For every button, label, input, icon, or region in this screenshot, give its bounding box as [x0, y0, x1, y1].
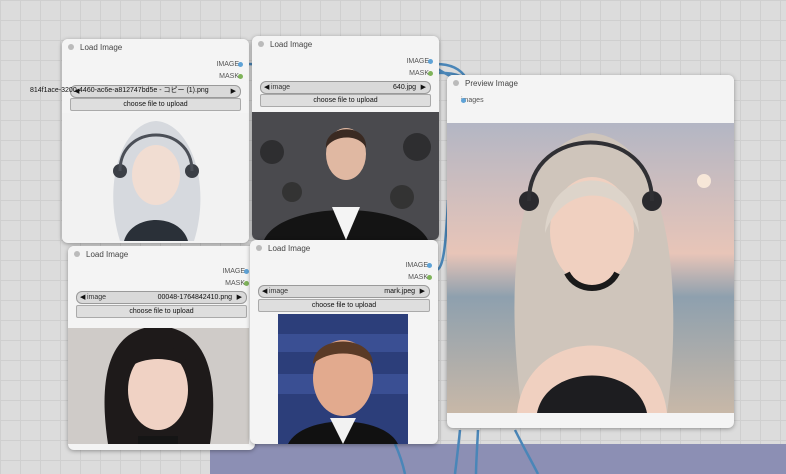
image-combo[interactable]: ◀ image 00048-1764842410.png ▶ [76, 291, 247, 304]
output-label: IMAGE [216, 61, 239, 68]
upload-button[interactable]: choose file to upload [76, 305, 247, 318]
node-header[interactable]: Load Image [62, 39, 249, 55]
combo-label: image [87, 294, 107, 301]
combo-value: 640.jpg [393, 84, 416, 91]
output-mask[interactable]: MASK [225, 280, 249, 287]
link-7 [513, 429, 540, 474]
image-preview [62, 113, 249, 241]
image-output-dot-icon[interactable] [238, 62, 243, 67]
image-filename: 814f1ace-3200-4460-ac6e-a812747bd5e - コピ… [30, 87, 209, 94]
output-mask[interactable]: MASK [219, 73, 243, 80]
node-header[interactable]: Load Image [252, 36, 439, 52]
preview-image-node[interactable]: Preview Image images [447, 75, 734, 428]
link-5 [453, 429, 462, 474]
link-8 [393, 443, 407, 474]
output-image[interactable]: IMAGE [405, 262, 432, 269]
load-image-node-3[interactable]: Load Image IMAGE MASK ◀ image 00048-1764… [68, 246, 255, 450]
arrow-right-icon[interactable]: ▶ [231, 86, 236, 97]
mask-output-dot-icon[interactable] [238, 74, 243, 79]
upload-button[interactable]: choose file to upload [258, 299, 430, 312]
node-title: Load Image [270, 39, 313, 49]
output-label: MASK [408, 274, 428, 281]
node-header[interactable]: Load Image [68, 246, 255, 262]
image-preview [68, 328, 249, 444]
mask-output-dot-icon[interactable] [427, 275, 432, 280]
output-mask[interactable]: MASK [408, 274, 432, 281]
link-6 [474, 429, 480, 474]
output-label: MASK [409, 70, 429, 77]
output-label: IMAGE [222, 268, 245, 275]
image-output-dot-icon[interactable] [244, 269, 249, 274]
node-header[interactable]: Preview Image [447, 75, 734, 91]
node-title: Load Image [80, 42, 123, 52]
collapse-dot[interactable] [258, 41, 264, 47]
combo-value: mark.jpeg [384, 288, 415, 295]
output-image[interactable]: IMAGE [216, 61, 243, 68]
output-image[interactable]: IMAGE [222, 268, 249, 275]
upload-button[interactable]: choose file to upload [260, 94, 431, 107]
arrow-left-icon[interactable]: ◀ [264, 82, 269, 93]
combo-label: image [271, 84, 291, 91]
collapse-dot[interactable] [68, 44, 74, 50]
load-image-node-2[interactable]: Load Image IMAGE MASK ◀ image 640.jpg ▶ … [252, 36, 439, 240]
arrow-right-icon[interactable]: ▶ [420, 286, 425, 297]
arrow-left-icon[interactable]: ◀ [80, 292, 85, 303]
load-image-node-1[interactable]: Load Image IMAGE MASK ◀ ▶ choose file to… [62, 39, 249, 243]
output-mask[interactable]: MASK [409, 70, 433, 77]
node-title: Preview Image [465, 78, 518, 88]
upload-button[interactable]: choose file to upload [70, 98, 241, 111]
arrow-left-icon[interactable]: ◀ [262, 286, 267, 297]
image-output-dot-icon[interactable] [427, 263, 432, 268]
input-images[interactable]: images [453, 97, 484, 104]
image-preview [252, 112, 439, 240]
image-preview [278, 314, 408, 444]
output-label: IMAGE [406, 58, 429, 65]
image-preview [447, 123, 734, 413]
collapse-dot[interactable] [453, 80, 459, 86]
load-image-node-4[interactable]: Load Image IMAGE MASK ◀ image mark.jpeg … [250, 240, 438, 444]
collapse-dot[interactable] [74, 251, 80, 257]
image-combo[interactable]: ◀ image mark.jpeg ▶ [258, 285, 430, 298]
output-image[interactable]: IMAGE [406, 58, 433, 65]
combo-label: image [269, 288, 289, 295]
mask-output-dot-icon[interactable] [428, 71, 433, 76]
arrow-right-icon[interactable]: ▶ [421, 82, 426, 93]
arrow-right-icon[interactable]: ▶ [237, 292, 242, 303]
combo-value: 00048-1764842410.png [157, 294, 232, 301]
node-title: Load Image [268, 243, 311, 253]
image-combo[interactable]: ◀ image 640.jpg ▶ [260, 81, 431, 94]
image-output-dot-icon[interactable] [428, 59, 433, 64]
output-label: MASK [219, 73, 239, 80]
output-label: IMAGE [405, 262, 428, 269]
node-header[interactable]: Load Image [250, 240, 438, 256]
node-title: Load Image [86, 249, 129, 259]
image-input-dot-icon[interactable] [461, 98, 466, 103]
output-label: MASK [225, 280, 245, 287]
collapse-dot[interactable] [256, 245, 262, 251]
mask-output-dot-icon[interactable] [244, 281, 249, 286]
